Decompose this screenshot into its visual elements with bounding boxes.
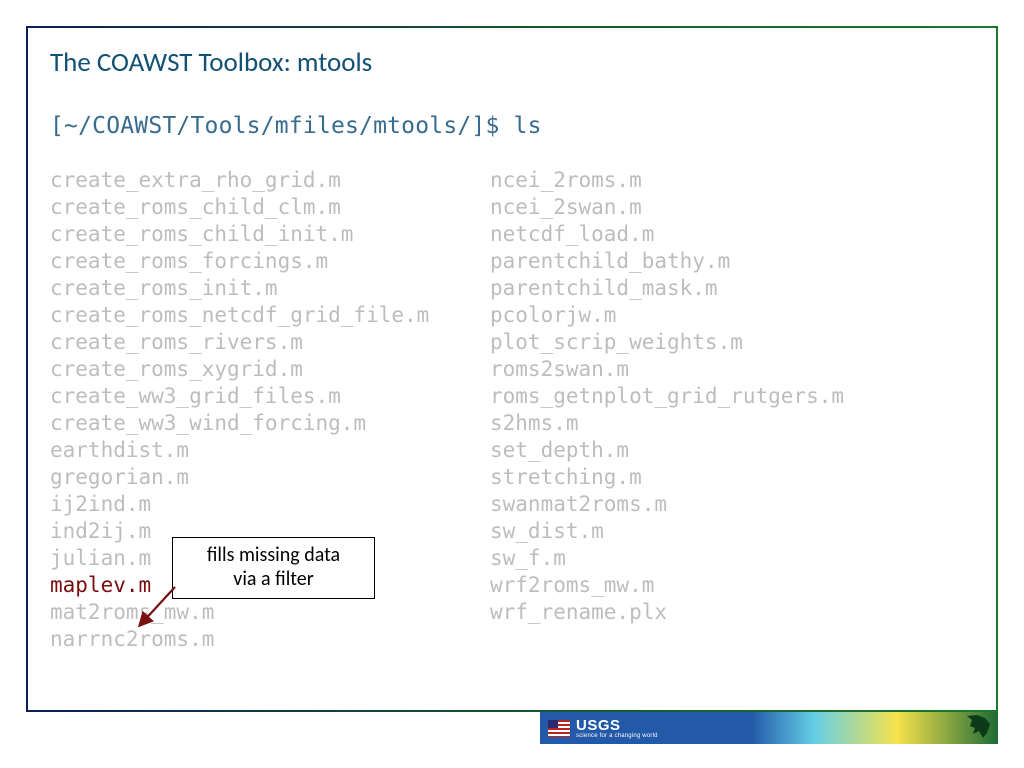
file-entry: create_roms_child_init.m xyxy=(50,221,470,248)
file-entry: earthdist.m xyxy=(50,437,470,464)
flag-icon xyxy=(548,720,570,737)
file-entry: create_roms_xygrid.m xyxy=(50,356,470,383)
file-entry: roms2swan.m xyxy=(490,356,844,383)
file-entry: create_roms_child_clm.m xyxy=(50,194,470,221)
file-entry: stretching.m xyxy=(490,464,844,491)
usgs-small: science for a changing world xyxy=(576,733,658,739)
file-entry: wrf_rename.plx xyxy=(490,599,844,626)
callout-line1: fills missing data xyxy=(177,543,370,567)
footer-bar: USGS science for a changing world xyxy=(540,712,998,744)
file-entry: s2hms.m xyxy=(490,410,844,437)
file-entry: roms_getnplot_grid_rutgers.m xyxy=(490,383,844,410)
usgs-big: USGS xyxy=(576,718,658,733)
file-entry: create_extra_rho_grid.m xyxy=(50,167,470,194)
map-silhouette-icon xyxy=(960,712,996,744)
listing-col2: ncei_2roms.mncei_2swan.mnetcdf_load.mpar… xyxy=(490,167,844,653)
file-entry: set_depth.m xyxy=(490,437,844,464)
file-entry: netcdf_load.m xyxy=(490,221,844,248)
file-entry: sw_dist.m xyxy=(490,518,844,545)
file-entry: plot_scrip_weights.m xyxy=(490,329,844,356)
file-entry: parentchild_bathy.m xyxy=(490,248,844,275)
slide-title: The COAWST Toolbox: mtools xyxy=(50,46,974,79)
file-entry: pcolorjw.m xyxy=(490,302,844,329)
file-entry: create_roms_init.m xyxy=(50,275,470,302)
file-entry: narrnc2roms.m xyxy=(50,626,470,653)
file-entry: create_roms_forcings.m xyxy=(50,248,470,275)
file-entry: create_roms_netcdf_grid_file.m xyxy=(50,302,470,329)
file-entry: ij2ind.m xyxy=(50,491,470,518)
file-entry: mat2roms_mw.m xyxy=(50,599,470,626)
file-entry: create_roms_rivers.m xyxy=(50,329,470,356)
file-entry: gregorian.m xyxy=(50,464,470,491)
file-entry: ncei_2roms.m xyxy=(490,167,844,194)
callout-box: fills missing data via a filter xyxy=(172,537,375,599)
file-entry: ncei_2swan.m xyxy=(490,194,844,221)
file-entry: wrf2roms_mw.m xyxy=(490,572,844,599)
shell-prompt: [~/COAWST/Tools/mfiles/mtools/]$ ls xyxy=(50,113,974,139)
slide-frame: The COAWST Toolbox: mtools [~/COAWST/Too… xyxy=(26,26,998,712)
usgs-logo: USGS science for a changing world xyxy=(540,718,658,739)
callout-line2: via a filter xyxy=(177,567,370,591)
file-entry: sw_f.m xyxy=(490,545,844,572)
file-entry: swanmat2roms.m xyxy=(490,491,844,518)
file-entry: parentchild_mask.m xyxy=(490,275,844,302)
file-entry: create_ww3_grid_files.m xyxy=(50,383,470,410)
file-entry: create_ww3_wind_forcing.m xyxy=(50,410,470,437)
